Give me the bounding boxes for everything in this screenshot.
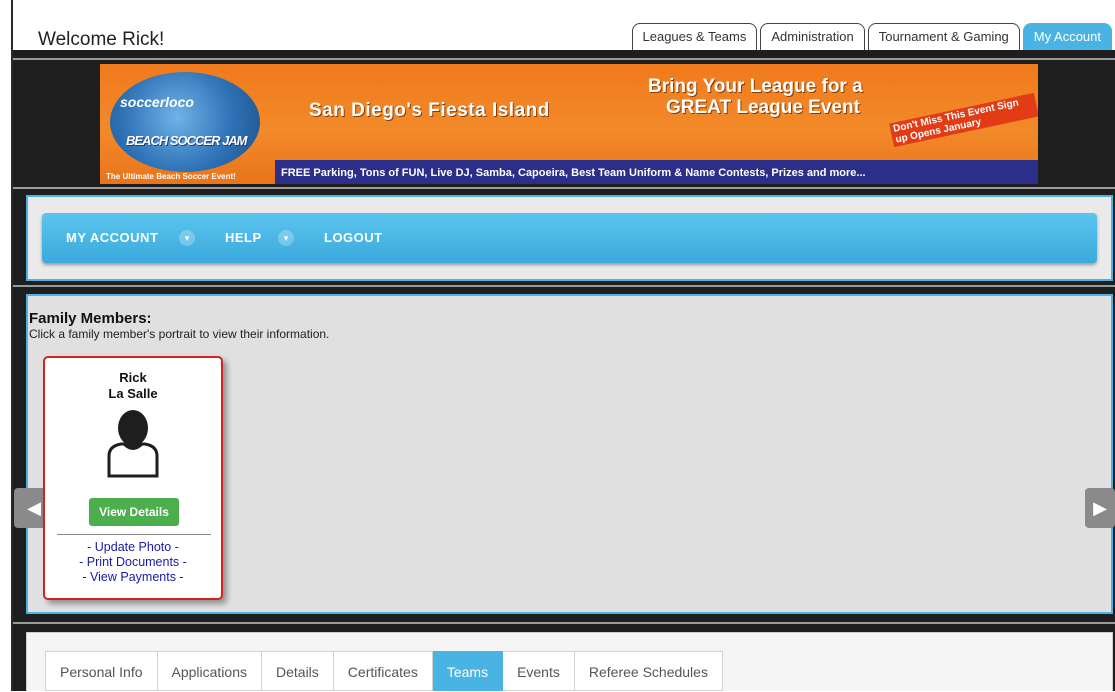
tab-details[interactable]: Details xyxy=(262,651,334,691)
nav-my-account[interactable]: MY ACCOUNT xyxy=(66,213,158,263)
top-tabs: Leagues & Teams Administration Tournamen… xyxy=(631,20,1112,50)
banner-promo: Don't Miss This Event Sign up Opens Janu… xyxy=(889,92,1038,148)
main-nav: MY ACCOUNT ▾ HELP ▾ LOGOUT xyxy=(42,213,1097,263)
tab-applications[interactable]: Applications xyxy=(157,651,262,691)
logo-brand-text: soccerloco xyxy=(120,94,194,110)
tab-certificates[interactable]: Certificates xyxy=(333,651,433,691)
nav-help[interactable]: HELP xyxy=(225,213,262,263)
view-details-button[interactable]: View Details xyxy=(89,498,179,526)
banner-strip-text: FREE Parking, Tons of FUN, Live DJ, Samb… xyxy=(281,167,866,179)
update-photo-link[interactable]: - Update Photo - xyxy=(45,540,221,554)
logo-tagline: The Ultimate Beach Soccer Event! xyxy=(106,172,236,181)
tab-tournament-gaming[interactable]: Tournament & Gaming xyxy=(867,23,1020,50)
banner-headline-1: Bring Your League for a xyxy=(648,76,863,97)
banner-location: San Diego's Fiesta Island xyxy=(309,100,550,121)
frame-divider xyxy=(13,187,1115,189)
welcome-text: Welcome Rick! xyxy=(38,29,165,50)
card-divider xyxy=(57,534,211,535)
member-first-name: Rick xyxy=(119,370,147,385)
tab-referee-schedules[interactable]: Referee Schedules xyxy=(574,651,723,691)
view-payments-link[interactable]: - View Payments - xyxy=(45,570,221,584)
chevron-down-icon[interactable]: ▾ xyxy=(179,230,195,246)
tab-events[interactable]: Events xyxy=(503,651,575,691)
chevron-down-icon[interactable]: ▾ xyxy=(278,230,294,246)
tab-my-account[interactable]: My Account xyxy=(1022,23,1112,50)
nav-logout[interactable]: LOGOUT xyxy=(324,213,383,263)
family-member-card[interactable]: Rick La Salle View Details - Update Phot… xyxy=(43,356,223,600)
frame-divider xyxy=(13,58,1115,60)
member-tabs: Personal Info Applications Details Certi… xyxy=(45,651,723,691)
logo-main-text: BEACH SOCCER JAM xyxy=(126,134,256,172)
event-banner[interactable]: soccerloco BEACH SOCCER JAM The Ultimate… xyxy=(100,64,1038,184)
banner-headline-2: GREAT League Event xyxy=(666,97,860,118)
member-last-name: La Salle xyxy=(108,386,158,401)
chevron-right-icon: ▶ xyxy=(1093,498,1107,518)
tab-personal-info[interactable]: Personal Info xyxy=(45,651,158,691)
family-hint: Click a family member's portrait to view… xyxy=(29,327,330,341)
tab-administration[interactable]: Administration xyxy=(760,23,865,50)
tab-teams[interactable]: Teams xyxy=(432,651,504,691)
logo-main-label: BEACH SOCCER JAM xyxy=(126,133,248,148)
family-title: Family Members: xyxy=(29,310,152,327)
frame-divider xyxy=(13,285,1115,287)
print-documents-link[interactable]: - Print Documents - xyxy=(45,555,221,569)
chevron-left-icon: ◀ xyxy=(27,498,41,518)
frame-divider xyxy=(13,622,1115,624)
tab-leagues-teams[interactable]: Leagues & Teams xyxy=(631,23,758,50)
user-portrait-icon[interactable] xyxy=(101,406,165,478)
carousel-next-button[interactable]: ▶ xyxy=(1085,488,1115,528)
